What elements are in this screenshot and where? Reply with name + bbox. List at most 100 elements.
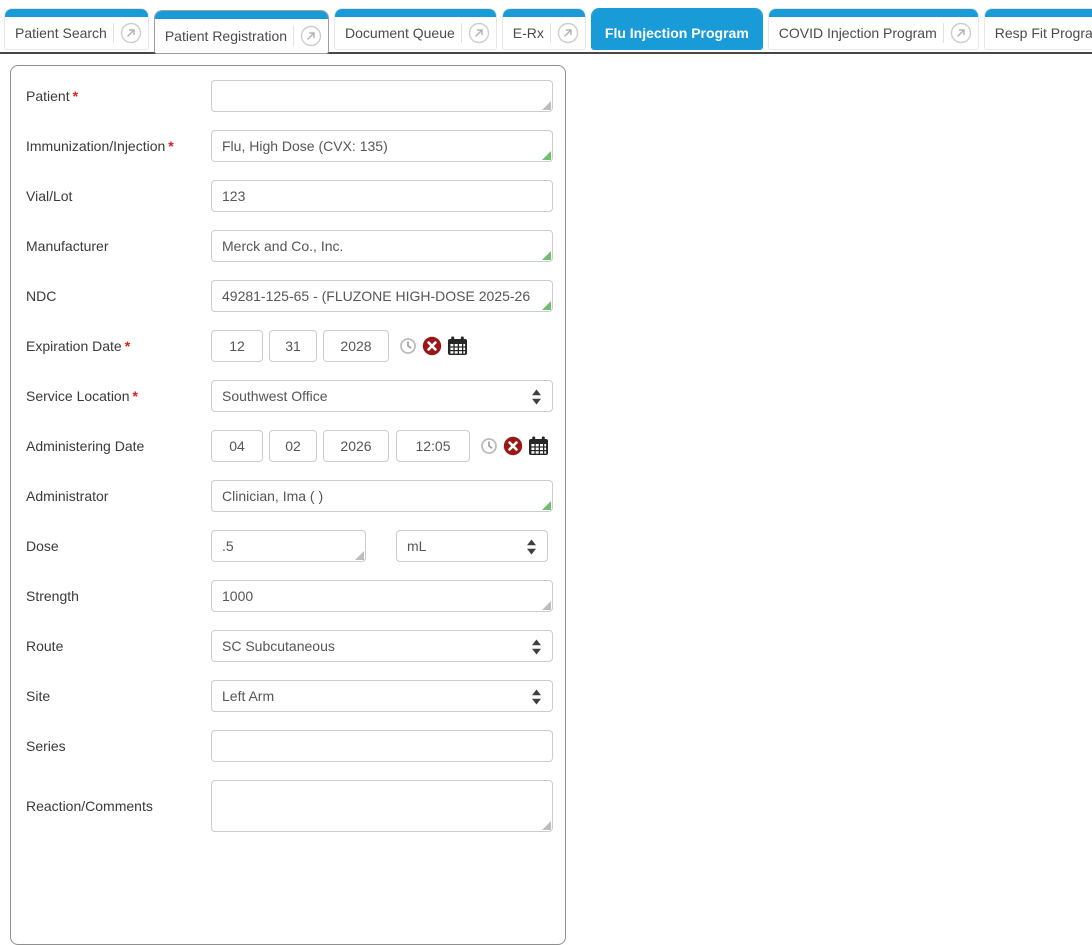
- form-row-vial-lot: Vial/Lot: [26, 180, 565, 212]
- tab-bar: Patient Search Patient Registration Docu…: [0, 0, 1092, 54]
- form-row-expiration-date: Expiration Date*: [26, 330, 565, 362]
- strength-label: Strength: [26, 588, 79, 604]
- service-location-value: Southwest Office: [222, 388, 328, 404]
- form-row-strength: Strength 1000: [26, 580, 565, 612]
- ndc-input[interactable]: 49281-125-65 - (FLUZONE HIGH-DOSE 2025-2…: [211, 280, 553, 312]
- required-asterisk: *: [133, 388, 138, 404]
- required-asterisk: *: [168, 138, 173, 154]
- form-row-route: Route SC Subcutaneous: [26, 630, 565, 662]
- tab-label: Patient Search: [15, 25, 107, 41]
- tab-divider: [943, 23, 944, 43]
- tab-accent-bar: [5, 9, 148, 17]
- tab-accent-bar: [155, 11, 328, 19]
- tab-covid-injection-program[interactable]: COVID Injection Program: [768, 8, 979, 50]
- administrator-label: Administrator: [26, 488, 108, 504]
- service-location-label: Service Location: [26, 388, 130, 404]
- tab-patient-registration[interactable]: Patient Registration: [154, 10, 329, 54]
- expiration-day-input[interactable]: [269, 330, 317, 362]
- series-label: Series: [26, 738, 66, 754]
- series-input[interactable]: [211, 730, 553, 762]
- site-value: Left Arm: [222, 688, 274, 704]
- immunization-label: Immunization/Injection: [26, 138, 165, 154]
- service-location-select[interactable]: Southwest Office: [211, 380, 553, 412]
- administering-day-input[interactable]: [269, 430, 317, 462]
- tab-accent-bar: [503, 9, 585, 17]
- dose-label: Dose: [26, 538, 59, 554]
- tab-label: Document Queue: [345, 25, 455, 41]
- clear-date-icon[interactable]: [422, 336, 442, 356]
- tab-label: Flu Injection Program: [605, 25, 749, 41]
- clock-icon[interactable]: [480, 437, 498, 455]
- form-row-dose: Dose .5 mL: [26, 530, 565, 562]
- expiration-month-input[interactable]: [211, 330, 263, 362]
- administering-year-input[interactable]: [323, 430, 389, 462]
- form-row-administrator: Administrator Clinician, Ima ( ): [26, 480, 565, 512]
- administering-month-input[interactable]: [211, 430, 263, 462]
- tab-accent-bar: [985, 9, 1092, 17]
- route-select[interactable]: SC Subcutaneous: [211, 630, 553, 662]
- open-in-new-icon[interactable]: [950, 22, 972, 44]
- tab-flu-injection-program[interactable]: Flu Injection Program: [591, 8, 763, 50]
- dose-unit-value: mL: [407, 538, 426, 554]
- form-row-manufacturer: Manufacturer Merck and Co., Inc.: [26, 230, 565, 262]
- dose-unit-select[interactable]: mL: [396, 530, 548, 562]
- open-in-new-icon[interactable]: [557, 22, 579, 44]
- vial-lot-label: Vial/Lot: [26, 188, 72, 204]
- form-row-series: Series: [26, 730, 565, 762]
- required-asterisk: *: [125, 338, 130, 354]
- open-in-new-icon[interactable]: [120, 22, 142, 44]
- select-arrows-icon: [531, 639, 542, 658]
- calendar-icon[interactable]: [447, 336, 468, 356]
- tab-label: Patient Registration: [165, 28, 287, 44]
- tab-accent-bar: [592, 9, 762, 17]
- open-in-new-icon[interactable]: [468, 22, 490, 44]
- site-label: Site: [26, 688, 50, 704]
- form-row-patient: Patient*: [26, 80, 565, 112]
- tab-patient-search[interactable]: Patient Search: [4, 8, 149, 50]
- calendar-icon[interactable]: [528, 436, 549, 456]
- expiration-date-label: Expiration Date: [26, 338, 122, 354]
- administering-time-input[interactable]: [396, 430, 470, 462]
- reaction-comments-label: Reaction/Comments: [26, 798, 153, 814]
- select-arrows-icon: [526, 539, 537, 558]
- manufacturer-input[interactable]: Merck and Co., Inc.: [211, 230, 553, 262]
- form-row-reaction-comments: Reaction/Comments: [26, 780, 565, 832]
- administering-date-label: Administering Date: [26, 438, 144, 454]
- expiration-year-input[interactable]: [323, 330, 389, 362]
- tab-accent-bar: [769, 9, 978, 17]
- route-label: Route: [26, 638, 63, 654]
- flu-injection-form-panel: Patient* Immunization/Injection* Flu, Hi…: [10, 65, 566, 945]
- select-arrows-icon: [531, 689, 542, 708]
- ndc-label: NDC: [26, 288, 56, 304]
- open-in-new-icon[interactable]: [300, 25, 322, 47]
- tab-label: COVID Injection Program: [779, 25, 937, 41]
- clear-date-icon[interactable]: [503, 436, 523, 456]
- immunization-input[interactable]: Flu, High Dose (CVX: 135): [211, 130, 553, 162]
- vial-lot-input[interactable]: [211, 180, 553, 212]
- strength-input[interactable]: 1000: [211, 580, 553, 612]
- tab-divider: [293, 26, 294, 46]
- dose-input[interactable]: .5: [211, 530, 366, 562]
- patient-input[interactable]: [211, 80, 553, 112]
- form-row-ndc: NDC 49281-125-65 - (FLUZONE HIGH-DOSE 20…: [26, 280, 565, 312]
- tab-e-rx[interactable]: E-Rx: [502, 8, 586, 50]
- tab-label: E-Rx: [513, 25, 544, 41]
- tab-divider: [461, 23, 462, 43]
- tab-document-queue[interactable]: Document Queue: [334, 8, 497, 50]
- tab-divider: [113, 23, 114, 43]
- clock-icon[interactable]: [399, 337, 417, 355]
- site-select[interactable]: Left Arm: [211, 680, 553, 712]
- tab-label: Resp Fit Program: [995, 25, 1092, 41]
- select-arrows-icon: [531, 389, 542, 408]
- patient-label: Patient: [26, 88, 70, 104]
- route-value: SC Subcutaneous: [222, 638, 335, 654]
- administrator-input[interactable]: Clinician, Ima ( ): [211, 480, 553, 512]
- form-row-service-location: Service Location* Southwest Office: [26, 380, 565, 412]
- required-asterisk: *: [73, 88, 78, 104]
- tab-resp-fit-program[interactable]: Resp Fit Program: [984, 8, 1092, 50]
- reaction-comments-input[interactable]: [211, 780, 553, 832]
- form-row-site: Site Left Arm: [26, 680, 565, 712]
- manufacturer-label: Manufacturer: [26, 238, 108, 254]
- tab-accent-bar: [335, 9, 496, 17]
- tab-divider: [550, 23, 551, 43]
